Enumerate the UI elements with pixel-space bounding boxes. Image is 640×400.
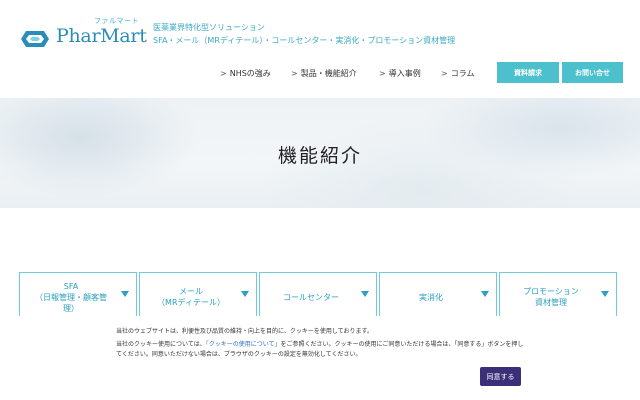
tab-label: 実消化: [419, 292, 443, 302]
caret-down-icon: [241, 291, 249, 297]
nav-label: コラム: [450, 69, 475, 78]
request-document-button[interactable]: 資料請求: [497, 62, 559, 83]
chevron-right-icon: >: [379, 69, 386, 78]
nav-label: 導入事例: [388, 69, 421, 78]
tab-mail[interactable]: メール （MRディテール）: [139, 272, 257, 322]
nav-item-cases[interactable]: > 導入事例: [379, 68, 421, 79]
caret-down-icon: [121, 291, 129, 297]
tab-actual-consumption[interactable]: 実消化: [379, 272, 497, 322]
agree-button[interactable]: 同意する: [480, 367, 521, 386]
tab-label: コールセンター: [283, 292, 339, 302]
tab-label: メール （MRディテール）: [157, 287, 225, 307]
cookie-banner: 当社のウェブサイトは、利便性及び品質の維持・向上を目的に、クッキーを使用しており…: [0, 316, 640, 400]
cookie-text-pre: 当社のクッキー使用については、: [116, 341, 206, 348]
caret-down-icon: [481, 291, 489, 297]
caret-down-icon: [601, 291, 609, 297]
caret-down-icon: [361, 291, 369, 297]
chevron-right-icon: >: [441, 69, 448, 78]
tagline-products: SFA・メール（MRディテール）・コールセンター・実消化・プロモーション資材管理: [153, 36, 456, 45]
tab-sfa[interactable]: SFA （日報管理・顧客管 理）: [19, 272, 137, 322]
nav-item-column[interactable]: > コラム: [441, 68, 474, 79]
tagline-industry: 医薬業界特化型ソリューション: [153, 23, 265, 32]
tab-call-center[interactable]: コールセンター: [259, 272, 377, 322]
nav-label: 製品・機能紹介: [300, 69, 357, 78]
tab-label: プロモーション 資材管理: [523, 287, 579, 307]
tab-label: SFA （日報管理・顧客管 理）: [35, 281, 107, 313]
logo-icon: [21, 31, 49, 47]
chevron-right-icon: >: [220, 69, 227, 78]
nav-item-strengths[interactable]: > NHSの強み: [220, 68, 271, 79]
cookie-notice-text: 当社のウェブサイトは、利便性及び品質の維持・向上を目的に、クッキーを使用しており…: [116, 328, 373, 335]
cookie-policy-text: 当社のクッキー使用については、「クッキーの使用について」をご参照ください。クッキ…: [116, 340, 526, 360]
pharmart-logo[interactable]: ファルマート PharMart: [20, 16, 147, 56]
contact-button[interactable]: お問い合せ: [562, 62, 623, 83]
chevron-right-icon: >: [291, 69, 298, 78]
nav-label: NHSの強み: [229, 69, 271, 78]
page-title: 機能紹介: [277, 145, 362, 167]
cookie-policy-link[interactable]: 「クッキーの使用について」: [206, 341, 281, 348]
tab-promotion-materials[interactable]: プロモーション 資材管理: [499, 272, 617, 322]
site-header: ファルマート PharMart 医薬業界特化型ソリューション SFA・メール（M…: [0, 0, 640, 98]
hero-banner: 機能紹介: [0, 98, 640, 208]
nav-item-products[interactable]: > 製品・機能紹介: [291, 68, 357, 79]
logo-wordmark: PharMart: [56, 25, 147, 47]
